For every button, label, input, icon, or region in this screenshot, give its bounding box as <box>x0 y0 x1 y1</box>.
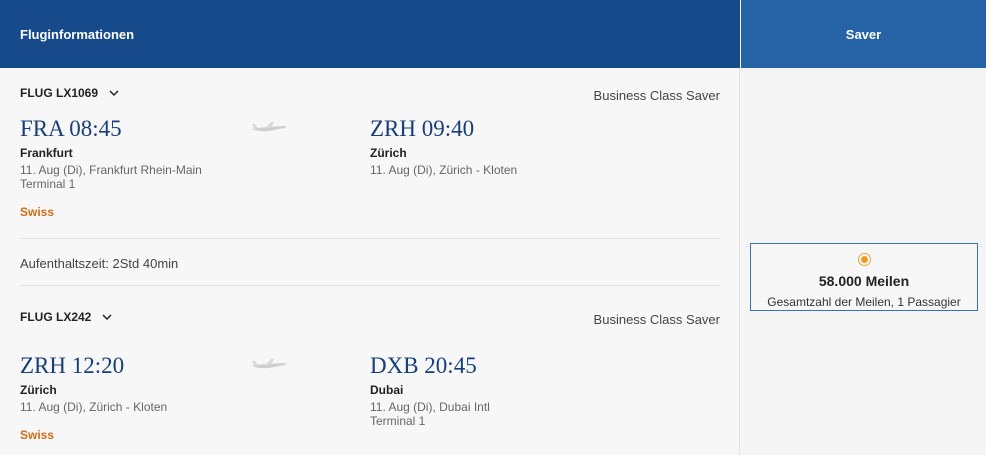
layover-time: Aufenthaltszeit: 2Std 40min <box>20 256 179 271</box>
arrival-date-airport: 11. Aug (Di), Dubai Intl <box>370 400 490 414</box>
airline-name: Swiss <box>20 205 55 219</box>
airline-name: Swiss <box>20 428 55 442</box>
chevron-down-icon <box>109 90 119 97</box>
flight-toggle-lx242[interactable]: FLUG LX242 <box>20 310 113 324</box>
chevron-down-icon <box>102 314 112 321</box>
arrival-date-airport: 11. Aug (Di), Zürich - Kloten <box>370 163 518 177</box>
departure-time: FRA 08:45 <box>20 116 122 141</box>
flight-info-title: Fluginformationen <box>20 27 135 42</box>
departure-city: Zürich <box>20 383 57 397</box>
arrival-terminal: Terminal 1 <box>370 414 426 428</box>
arrival-city: Dubai <box>370 383 404 397</box>
flight-number: FLUG LX242 <box>20 310 92 324</box>
arrival-city: Zürich <box>370 146 407 160</box>
fare-option-saver[interactable]: 58.000 Meilen Gesamtzahl der Meilen, 1 P… <box>750 243 978 311</box>
fare-radio[interactable] <box>858 253 871 266</box>
arrival-time: DXB 20:45 <box>370 353 477 378</box>
fare-miles: 58.000 Meilen <box>818 273 910 289</box>
radio-selected-dot <box>861 256 868 263</box>
fare-column-header: Saver <box>741 0 986 68</box>
departure-time: ZRH 12:20 <box>20 353 125 378</box>
departure-city: Frankfurt <box>20 146 73 160</box>
cabin-class: Business Class Saver <box>593 312 720 327</box>
cabin-class: Business Class Saver <box>593 88 720 103</box>
divider <box>20 285 720 286</box>
departure-terminal: Terminal 1 <box>20 177 76 191</box>
arrival-time: ZRH 09:40 <box>370 116 475 141</box>
airplane-icon <box>252 122 286 132</box>
fare-column-title: Saver <box>845 27 882 42</box>
departure-date-airport: 11. Aug (Di), Zürich - Kloten <box>20 400 168 414</box>
airplane-icon <box>252 359 286 369</box>
fare-miles-subtitle: Gesamtzahl der Meilen, 1 Passagier <box>767 295 961 309</box>
flight-number: FLUG LX1069 <box>20 86 99 100</box>
flight-info-header: Fluginformationen <box>0 0 740 68</box>
departure-date-airport: 11. Aug (Di), Frankfurt Rhein-Main <box>20 163 202 177</box>
divider <box>20 238 720 239</box>
flight-toggle-lx1069[interactable]: FLUG LX1069 <box>20 86 120 100</box>
